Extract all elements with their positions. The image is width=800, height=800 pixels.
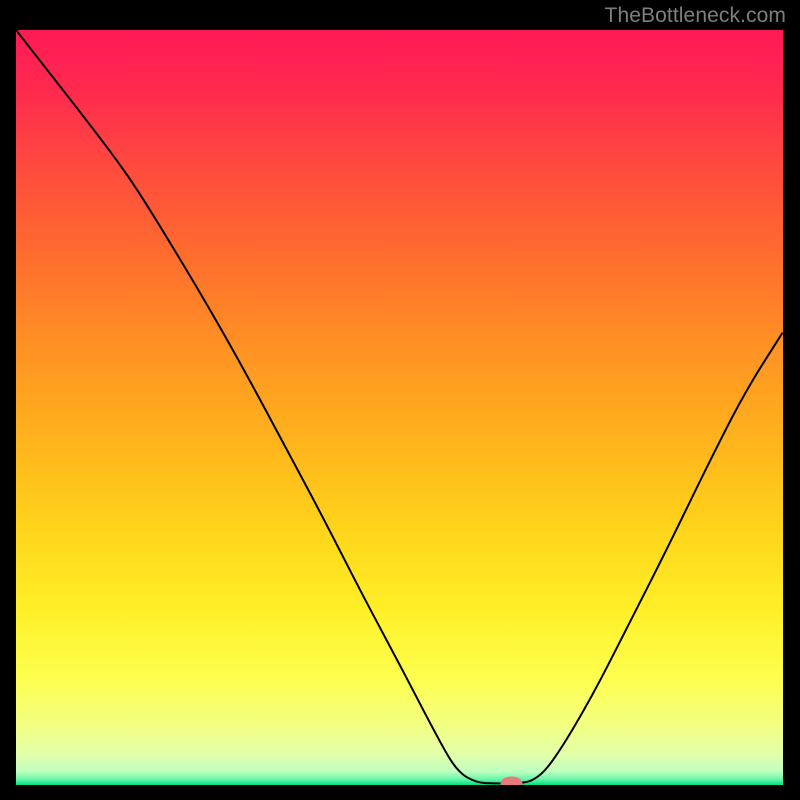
watermark-text: TheBottleneck.com	[605, 4, 786, 28]
gradient-background	[16, 30, 783, 785]
gradient-plot-svg	[16, 30, 783, 785]
plot-area	[16, 30, 783, 785]
chart-container: TheBottleneck.com	[0, 0, 800, 800]
